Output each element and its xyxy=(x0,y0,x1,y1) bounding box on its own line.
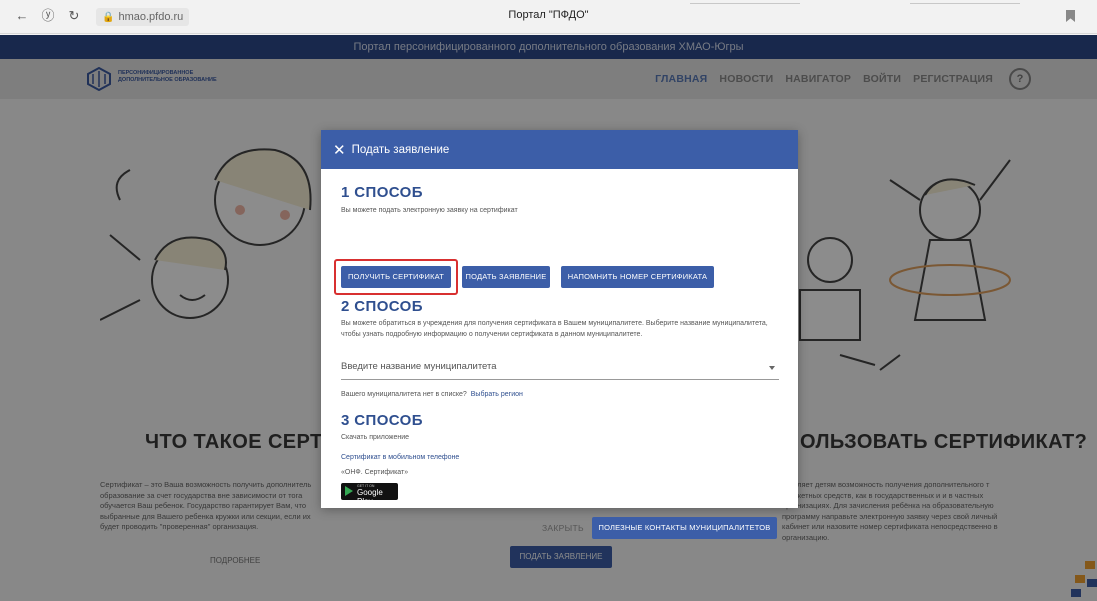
submit-application-button[interactable]: ПОДАТЬ ЗАЯВЛЕНИЕ xyxy=(462,266,550,288)
method3-title: 3 СПОСОБ xyxy=(341,412,423,429)
modal-header: ✕ Подать заявление xyxy=(321,130,798,169)
municipality-missing-text: Вашего муниципалитета нет в списке? xyxy=(341,391,467,398)
method3-desc: Скачать приложение xyxy=(341,434,410,441)
close-icon[interactable]: ✕ xyxy=(333,141,346,159)
method2-title: 2 СПОСОБ xyxy=(341,298,423,315)
method2-desc: Вы можете обратиться в учреждения для по… xyxy=(341,320,768,338)
tab-divider xyxy=(910,3,1020,6)
apply-modal: ✕ Подать заявление 1 СПОСОБ Вы можете по… xyxy=(321,130,798,539)
google-play-icon xyxy=(345,486,353,496)
browser-page-title: Портал "ПФДО" xyxy=(508,9,589,21)
municipality-contacts-button[interactable]: ПОЛЕЗНЫЕ КОНТАКТЫ МУНИЦИПАЛИТЕТОВ xyxy=(592,517,777,539)
method1-title: 1 СПОСОБ xyxy=(341,184,423,201)
caret-down-icon xyxy=(769,366,775,370)
modal-title: Подать заявление xyxy=(351,143,450,156)
close-button[interactable]: ЗАКРЫТЬ xyxy=(542,523,584,533)
remind-certificate-number-button[interactable]: НАПОМНИТЬ НОМЕР СЕРТИФИКАТА xyxy=(561,266,714,288)
choose-region-link[interactable]: Выбрать регион xyxy=(471,391,523,398)
municipality-missing-note: Вашего муниципалитета нет в списке? Выбр… xyxy=(341,391,523,398)
municipality-select[interactable]: Введите название муниципалитета xyxy=(341,358,779,380)
tab-divider xyxy=(690,3,800,6)
municipality-select-placeholder: Введите название муниципалитета xyxy=(341,361,497,372)
get-certificate-button[interactable]: ПОЛУЧИТЬ СЕРТИФИКАТ xyxy=(341,266,451,288)
app-name: «ОНФ. Сертификат» xyxy=(341,469,409,476)
method1-desc: Вы можете подать электронную заявку на с… xyxy=(341,207,518,214)
google-play-badge[interactable]: GET IT ON Google Play xyxy=(341,483,398,506)
browser-toolbar: ← ⓨ ↻ 🔒 hmao.pfdo.ru Портал "ПФДО" xyxy=(0,0,1097,34)
google-play-label: Google Play xyxy=(357,488,383,506)
mobile-certificate-link[interactable]: Сертификат в мобильном телефоне xyxy=(341,454,459,461)
